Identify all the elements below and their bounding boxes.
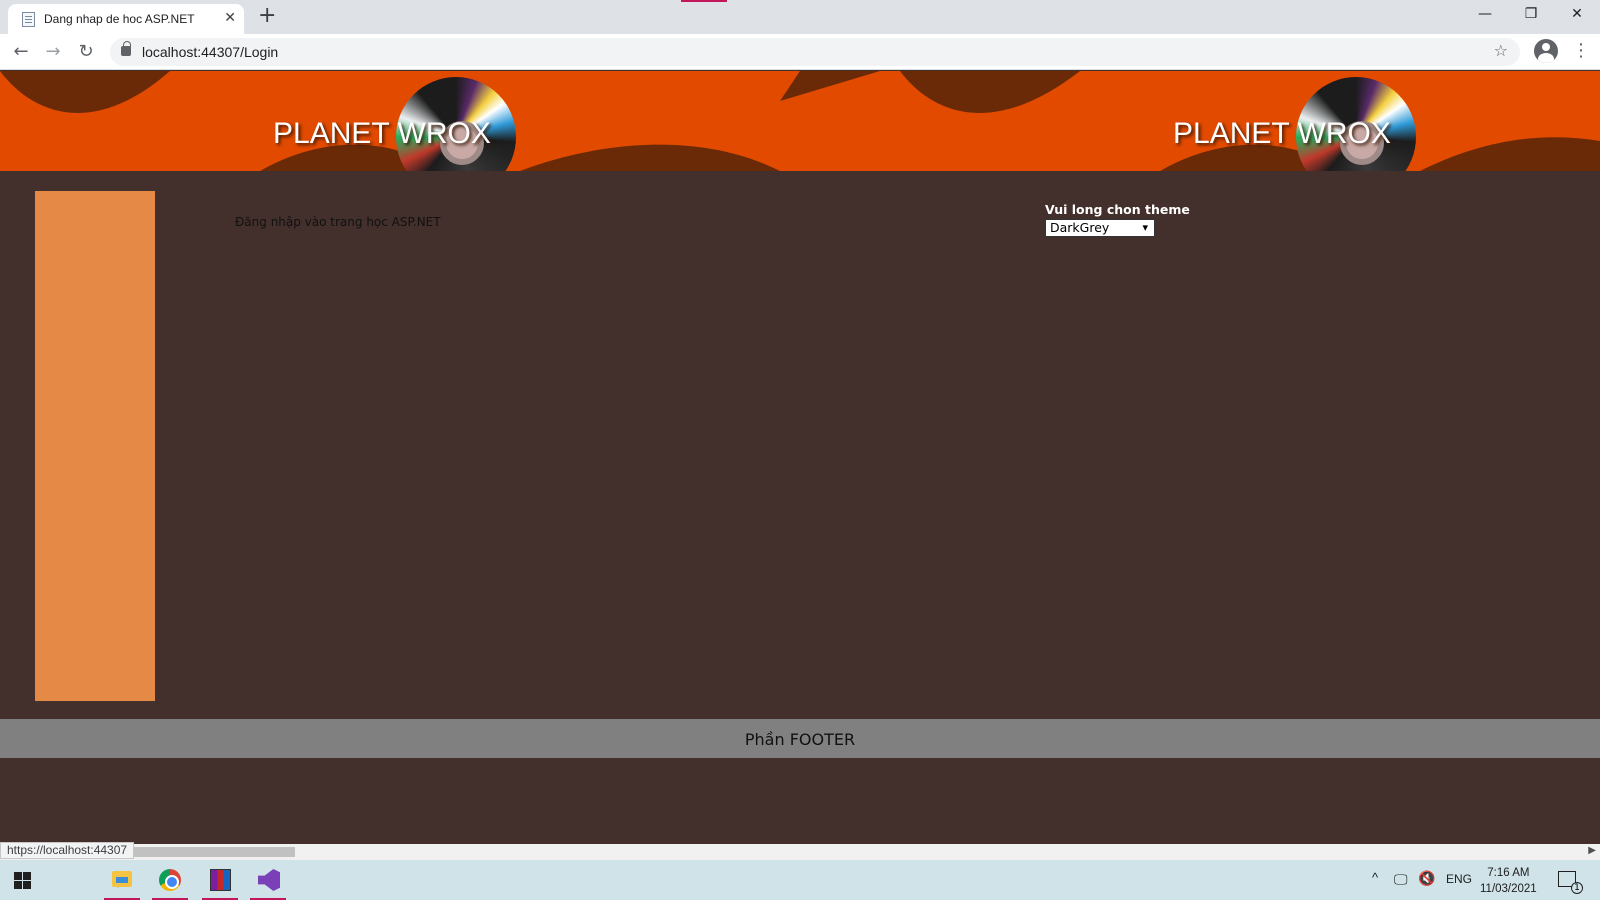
new-tab-button[interactable]: + (258, 5, 276, 27)
tab-bar-accent (681, 0, 727, 2)
winrar-icon (210, 869, 231, 891)
footer-text: Phần FOOTER (744, 730, 856, 749)
page-favicon-icon (22, 12, 35, 27)
url-text[interactable]: localhost:44307/Login (142, 44, 278, 60)
taskbar-file-explorer[interactable] (100, 860, 144, 900)
horizontal-scrollbar[interactable]: ▶ (0, 844, 1600, 860)
site-logo-text-2: PLANET WROX (1173, 117, 1391, 150)
chevron-down-icon[interactable]: ▾ (1142, 220, 1148, 236)
browser-tab-bar: Dang nhap de hoc ASP.NET ✕ + — ❐ ✕ (0, 0, 1600, 34)
back-button[interactable]: ← (9, 40, 33, 64)
maximize-button[interactable]: ❐ (1508, 6, 1554, 22)
address-bar[interactable]: localhost:44307/Login ☆ (110, 38, 1520, 66)
clock-date: 11/03/2021 (1480, 883, 1537, 895)
taskbar-clock[interactable]: 7:16 AM 11/03/2021 (1480, 865, 1537, 897)
page-heading-text: Đăng nhập vào trang học ASP.NET (235, 215, 441, 229)
notification-count-badge: 1 (1571, 882, 1583, 894)
close-window-button[interactable]: ✕ (1554, 6, 1600, 22)
scrollbar-thumb[interactable] (133, 847, 295, 857)
action-center-icon[interactable]: 1 (1558, 871, 1583, 894)
lock-icon[interactable] (121, 41, 131, 56)
start-button[interactable] (0, 860, 44, 900)
chrome-icon (159, 869, 181, 891)
taskbar-visual-studio[interactable] (246, 860, 290, 900)
windows-start-icon (14, 872, 31, 889)
bookmark-star-icon[interactable]: ☆ (1494, 41, 1508, 60)
volume-muted-icon[interactable]: 🔇 (1418, 870, 1435, 887)
forward-button[interactable]: → (41, 40, 65, 64)
site-header-banner: PLANET WROX PLANET WROX (0, 71, 1600, 171)
scroll-right-arrow-icon[interactable]: ▶ (1588, 845, 1596, 856)
tab-title: Dang nhap de hoc ASP.NET (44, 12, 195, 26)
left-sidebar (35, 191, 155, 701)
site-logo-text: PLANET WROX (273, 117, 491, 150)
windows-taskbar: ⚲ ^ 🖵 🔇 ENG 7:16 AM 11/03/2021 1 (0, 860, 1600, 900)
browser-toolbar: ← → ↻ localhost:44307/Login ☆ ⋮ (0, 34, 1600, 70)
tab-close-icon[interactable]: ✕ (224, 10, 236, 26)
visual-studio-icon (258, 869, 280, 891)
taskbar-search-button[interactable]: ⚲ (48, 860, 124, 900)
browser-tab[interactable]: Dang nhap de hoc ASP.NET ✕ (8, 4, 244, 34)
theme-select-value[interactable]: DarkGrey (1050, 220, 1109, 235)
taskbar-chrome[interactable] (148, 860, 192, 900)
site-footer: Phần FOOTER (0, 719, 1600, 758)
reload-button[interactable]: ↻ (74, 40, 98, 64)
file-explorer-icon (112, 871, 132, 887)
theme-label: Vui long chon theme (1045, 202, 1190, 217)
minimize-button[interactable]: — (1462, 6, 1508, 22)
profile-icon[interactable] (1534, 39, 1558, 63)
language-indicator[interactable]: ENG (1446, 872, 1472, 886)
show-hidden-icons-chevron-icon[interactable]: ^ (1372, 870, 1378, 885)
theme-select[interactable]: DarkGrey ▾ (1045, 219, 1155, 237)
link-status-bubble: https://localhost:44307 (0, 842, 135, 859)
browser-menu-icon[interactable]: ⋮ (1572, 41, 1590, 61)
clock-time: 7:16 AM (1487, 867, 1530, 879)
taskbar-winrar[interactable] (198, 860, 242, 900)
network-icon[interactable]: 🖵 (1394, 871, 1408, 888)
